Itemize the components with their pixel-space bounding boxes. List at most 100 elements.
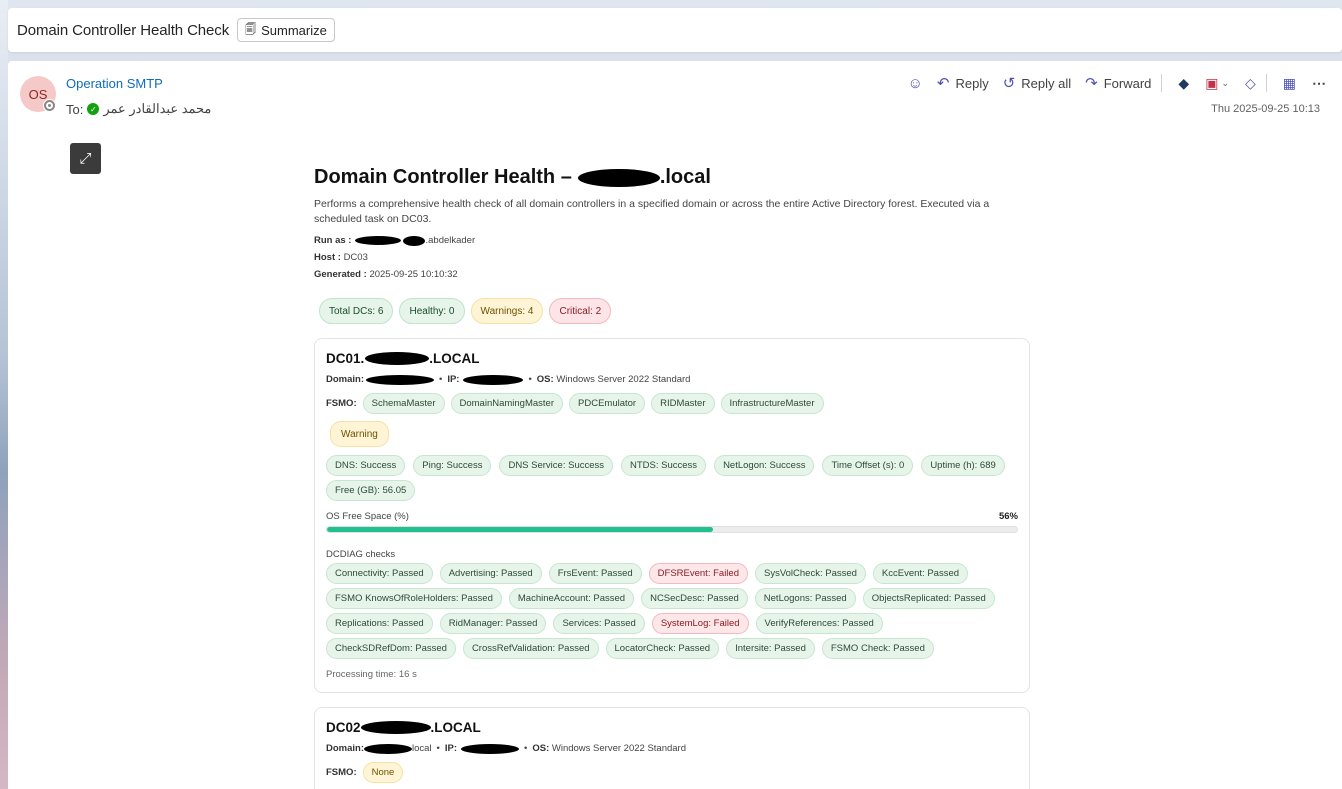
- dcdiag-label: DCDIAG checks: [326, 549, 396, 560]
- redaction: [360, 721, 431, 734]
- redaction: [403, 235, 426, 246]
- check-tag: Uptime (h): 689: [921, 455, 1005, 476]
- phishing-report-icon[interactable]: ◆: [1178, 75, 1189, 92]
- fsmo-label: FSMO:: [326, 398, 357, 409]
- reply-button[interactable]: ↶ Reply: [937, 76, 989, 91]
- dcdiag-check-tag: RidManager: Passed: [439, 613, 547, 634]
- summarize-button[interactable]: 🗐 Summarize: [237, 18, 335, 42]
- free-space-header: OS Free Space (%) 56%: [326, 511, 1018, 522]
- summarize-label: Summarize: [261, 22, 327, 38]
- report-description: Performs a comprehensive health check of…: [314, 198, 990, 225]
- domain-label: Domain:: [326, 743, 364, 754]
- service-checks: DNS: Success Ping: Success DNS Service: …: [326, 455, 1018, 501]
- run-as-suffix: .abdelkader: [425, 235, 476, 246]
- host-label: Host :: [314, 252, 341, 263]
- redaction: [463, 374, 524, 385]
- dcdiag-check-tag: Connectivity: Passed: [326, 563, 433, 584]
- fsmo-row: FSMO: SchemaMaster DomainNamingMaster PD…: [326, 393, 1018, 414]
- dc-name-suffix: .LOCAL: [430, 720, 481, 735]
- dcdiag-check-tag: FSMO KnowsOfRoleHolders: Passed: [326, 588, 502, 609]
- ip-label: IP:: [444, 743, 458, 754]
- avatar-initials: OS: [28, 86, 48, 102]
- redaction: [364, 743, 412, 754]
- message-actions: ☺ ↶ Reply ↺ Reply all ↷ Forward ◆ ▣ ⌄ ◇ ▦ ⋯: [908, 71, 1326, 95]
- summary-pills: Total DCs: 6 Healthy: 0 Warnings: 4 Crit…: [319, 298, 1030, 324]
- summarize-icon: 🗐: [245, 23, 257, 36]
- host-row: Host : DC03: [314, 250, 1030, 265]
- desktop-background: [0, 0, 8, 789]
- reply-all-icon: ↺: [1002, 74, 1016, 92]
- available-status-icon: ✓: [87, 103, 100, 115]
- dcdiag-check-tag: FrsEvent: Passed: [548, 563, 642, 584]
- dcdiag-check-tag: LocatorCheck: Passed: [605, 638, 720, 659]
- check-tag: Ping: Success: [413, 455, 492, 476]
- recipient-name[interactable]: محمد عبدالقادر عمر: [103, 101, 211, 117]
- total-dcs-badge: Total DCs: 6: [319, 298, 394, 324]
- os-label: OS:: [536, 374, 554, 385]
- fsmo-role-tag: DomainNamingMaster: [450, 393, 564, 414]
- dcdiag-check-tag: SysVolCheck: Passed: [754, 563, 866, 584]
- check-tag: NetLogon: Success: [714, 455, 815, 476]
- dcdiag-check-tag: NetLogons: Passed: [754, 588, 856, 609]
- dc-card: DC02 .LOCAL Domain: local • IP: • OS: Wi…: [314, 707, 1030, 789]
- emoji-reaction-icon[interactable]: ☺: [908, 76, 923, 91]
- to-label: To:: [66, 101, 84, 117]
- forward-button[interactable]: ↷ Forward: [1085, 76, 1151, 91]
- dcdiag-check-tag: ObjectsReplicated: Passed: [862, 588, 995, 609]
- reply-icon: ↶: [936, 74, 950, 92]
- apps-icon[interactable]: ▦: [1283, 75, 1296, 92]
- fsmo-role-tag: PDCEmulator: [569, 393, 646, 414]
- more-actions-icon[interactable]: ⋯: [1312, 75, 1326, 92]
- dc-name: DC01. .LOCAL: [326, 351, 1018, 366]
- free-space-value: 56%: [998, 511, 1018, 522]
- check-tag: Free (GB): 56.05: [326, 480, 416, 501]
- os-label: OS:: [532, 743, 550, 754]
- dcdiag-check-tag: VerifyReferences: Passed: [755, 613, 883, 634]
- dcdiag-check-tag: Intersite: Passed: [726, 638, 815, 659]
- free-space-label: OS Free Space (%): [326, 511, 409, 522]
- fsmo-role-tag: SchemaMaster: [362, 393, 445, 414]
- report-dropdown-chevron-icon[interactable]: ⌄: [1221, 78, 1229, 89]
- report-title: Domain Controller Health – .local: [314, 166, 1030, 189]
- dc-name-prefix: DC02: [326, 720, 361, 735]
- check-tag: Time Offset (s): 0: [822, 455, 914, 476]
- dcdiag-checks: Connectivity: Passed Advertising: Passed F…: [326, 563, 1018, 659]
- redaction: [365, 352, 430, 365]
- run-as-label: Run as :: [314, 235, 352, 246]
- tag-icon[interactable]: ◇: [1245, 75, 1256, 92]
- dcdiag-check-tag: FSMO Check: Passed: [821, 638, 934, 659]
- report-title-suffix: .local: [659, 166, 711, 188]
- forward-label: Forward: [1103, 75, 1152, 91]
- check-tag: DNS Service: Success: [499, 455, 614, 476]
- report-message-icon[interactable]: ▣: [1205, 75, 1218, 92]
- subject-bar: Domain Controller Health Check 🗐 Summari…: [8, 8, 1342, 52]
- sender-name[interactable]: Operation SMTP: [66, 76, 163, 91]
- dc-name-suffix: .LOCAL: [429, 351, 480, 366]
- status-badge: Warning: [330, 421, 389, 447]
- dcdiag-check-tag: KccEvent: Passed: [872, 563, 969, 584]
- redaction: [355, 236, 402, 245]
- os-value: Windows Server 2022 Standard: [556, 374, 691, 385]
- expand-icon[interactable]: ⤢: [70, 143, 101, 174]
- dcdiag-check-tag: SystemLog: Failed: [651, 613, 749, 634]
- separator-dot: •: [528, 374, 532, 385]
- check-tag: DNS: Success: [326, 455, 406, 476]
- dc-info-row: Domain: • IP: • OS: Windows Server 2022 …: [326, 374, 1018, 385]
- processing-time: Processing time: 16 s: [326, 669, 417, 680]
- domain-suffix: local: [412, 743, 432, 754]
- critical-badge: Critical: 2: [549, 298, 612, 324]
- dc-info-row: Domain: local • IP: • OS: Windows Server…: [326, 743, 1018, 754]
- toolbar-divider: [1161, 74, 1163, 92]
- reply-all-button[interactable]: ↺ Reply all: [1003, 76, 1071, 91]
- subject-title: Domain Controller Health Check: [17, 21, 230, 39]
- redaction: [461, 743, 520, 754]
- fsmo-role-tag: RIDMaster: [651, 393, 715, 414]
- generated-value: 2025-09-25 10:10:32: [369, 269, 458, 280]
- dcdiag-check-tag: Replications: Passed: [326, 613, 433, 634]
- message-pane: OS Operation SMTP To: ✓ محمد عبدالقادر ع…: [8, 61, 1342, 789]
- dc-name: DC02 .LOCAL: [326, 720, 1018, 735]
- dc-card: DC01. .LOCAL Domain: • IP: • OS: Windows…: [314, 338, 1030, 693]
- redaction: [366, 374, 434, 385]
- dcdiag-check-tag: MachineAccount: Passed: [508, 588, 635, 609]
- presence-offline-icon: [43, 99, 56, 112]
